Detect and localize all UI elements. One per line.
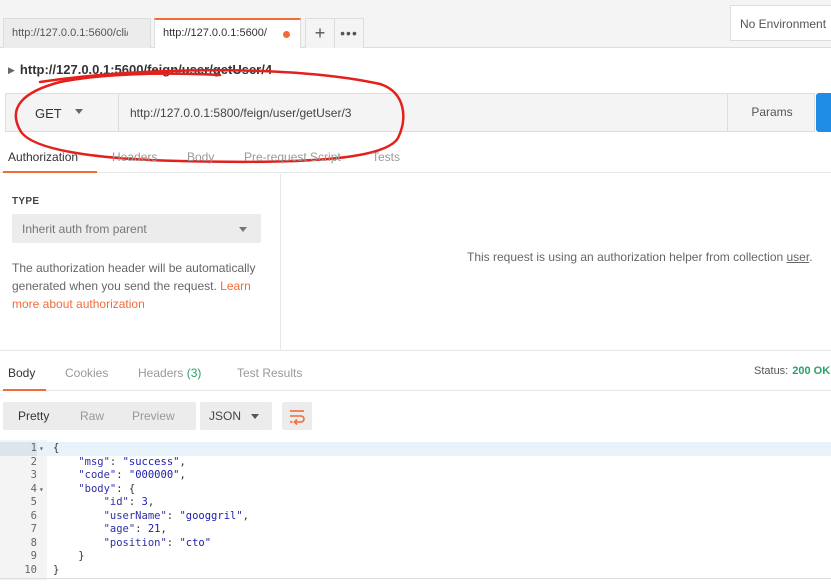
tab-headers[interactable]: Headers xyxy=(112,150,157,164)
code-line: 6 "userName": "googgril", xyxy=(0,510,831,524)
chevron-down-icon xyxy=(75,109,83,114)
chevron-down-icon xyxy=(239,227,247,232)
response-tab-test-results[interactable]: Test Results xyxy=(237,366,302,380)
format-preview-button[interactable]: Preview xyxy=(132,409,175,423)
tab-body[interactable]: Body xyxy=(187,150,214,164)
format-toggle-group: Pretty Raw Preview xyxy=(3,402,196,430)
divider xyxy=(0,578,831,579)
line-number: 10 xyxy=(24,563,37,576)
headers-count-badge: (3) xyxy=(186,366,202,380)
code-line: 8 "position": "cto" xyxy=(0,537,831,551)
format-raw-button[interactable]: Raw xyxy=(80,409,104,423)
format-pretty-button[interactable]: Pretty xyxy=(18,409,49,423)
response-tab-body[interactable]: Body xyxy=(8,366,35,380)
auth-description: The authorization header will be automat… xyxy=(12,259,267,313)
fold-toggle-icon[interactable]: ▾ xyxy=(39,442,44,456)
auth-type-label: TYPE xyxy=(12,196,40,207)
code-line: 7 "age": 21, xyxy=(0,523,831,537)
unsaved-changes-dot-icon xyxy=(283,31,290,38)
chevron-down-icon xyxy=(251,414,259,419)
line-number: 9 xyxy=(30,550,37,562)
auth-type-value: Inherit auth from parent xyxy=(22,222,147,236)
request-tab-label: http://127.0.0.1:5600/ xyxy=(163,27,267,39)
request-tab-label: http://127.0.0.1:5600/cli/use xyxy=(12,27,128,39)
new-tab-button[interactable]: + xyxy=(305,18,335,48)
wrap-lines-button[interactable] xyxy=(282,402,312,430)
auth-helper-message: This request is using an authorization h… xyxy=(467,250,813,264)
status-badge: 200 OK xyxy=(792,365,831,377)
method-selector[interactable]: GET xyxy=(6,94,119,131)
tab-authorization[interactable]: Authorization xyxy=(8,150,78,164)
code-text: "body": { xyxy=(78,482,136,495)
code-line: 1 ▾ { xyxy=(0,442,831,456)
response-tab-cookies[interactable]: Cookies xyxy=(65,366,108,380)
response-tabs: Body Cookies Headers (3) Test Results St… xyxy=(0,351,831,391)
code-text: "msg": "success", xyxy=(78,455,186,468)
tab-bar: http://127.0.0.1:5600/cli/use http://127… xyxy=(0,0,831,48)
code-text: "userName": "googgril", xyxy=(103,509,249,522)
language-value: JSON xyxy=(209,409,242,423)
line-number: 1 xyxy=(0,442,37,456)
response-tab-headers[interactable]: Headers (3) xyxy=(138,366,201,380)
language-select[interactable]: JSON xyxy=(200,402,272,430)
line-number: 5 xyxy=(30,496,37,508)
url-input[interactable] xyxy=(119,94,727,131)
tab-pre-request-script[interactable]: Pre-request Script xyxy=(244,150,341,164)
auth-settings-panel: TYPE Inherit auth from parent The author… xyxy=(0,174,281,350)
code-line: 5 "id": 3, xyxy=(0,496,831,510)
code-text: "id": 3, xyxy=(103,496,155,508)
fold-toggle-icon[interactable]: ▾ xyxy=(39,483,44,497)
send-button[interactable] xyxy=(816,93,831,132)
auth-description-text: The authorization header will be automat… xyxy=(12,261,256,293)
active-tab-indicator xyxy=(3,171,97,173)
auth-helper-text: This request is using an authorization h… xyxy=(467,250,787,264)
auth-type-select[interactable]: Inherit auth from parent xyxy=(12,214,261,243)
request-tab-2-active[interactable]: http://127.0.0.1:5600/ xyxy=(154,18,301,48)
code-text: } xyxy=(53,550,85,562)
code-text: "code": "000000", xyxy=(78,469,186,481)
code-line: 9 } xyxy=(0,550,831,564)
method-label: GET xyxy=(35,106,62,121)
auth-helper-suffix: . xyxy=(809,250,813,264)
status-label: Status: xyxy=(754,365,789,377)
wrap-lines-icon xyxy=(290,410,305,426)
code-text: } xyxy=(53,563,60,576)
response-tab-headers-label: Headers xyxy=(138,366,184,380)
tab-tests[interactable]: Tests xyxy=(372,150,400,164)
code-text: "position": "cto" xyxy=(103,536,212,549)
code-text: "age": 21, xyxy=(103,523,167,535)
environment-selector[interactable]: No Environment xyxy=(730,5,831,41)
url-bar: GET Params xyxy=(5,93,815,132)
response-status: Status: 200 OK xyxy=(754,365,830,377)
code-line: 3 "code": "000000", xyxy=(0,469,831,483)
line-number: 2 xyxy=(30,455,37,468)
more-tabs-button[interactable]: ••• xyxy=(334,18,364,48)
response-body-code[interactable]: 1 ▾{2 "msg": "success", 3 "code": "000000"… xyxy=(0,440,831,580)
line-number: 4 xyxy=(30,482,37,495)
code-line: 4 ▾ "body": { xyxy=(0,483,831,497)
active-response-tab-indicator xyxy=(3,389,46,391)
params-button[interactable]: Params xyxy=(727,94,816,131)
request-title-text: http://127.0.0.1:5600/feign/user/getUser… xyxy=(19,62,273,77)
expand-caret-icon: ▶ xyxy=(8,65,15,75)
request-tab-1[interactable]: http://127.0.0.1:5600/cli/use xyxy=(3,18,151,48)
request-title[interactable]: ▶ http://127.0.0.1:5600/feign/user/getUse… xyxy=(8,62,272,77)
code-text: { xyxy=(53,442,60,454)
line-number: 3 xyxy=(30,469,37,481)
line-number: 7 xyxy=(30,523,37,535)
code-line: 2 "msg": "success", xyxy=(0,456,831,470)
collection-link[interactable]: user xyxy=(787,250,810,264)
request-tabs: Authorization Headers Body Pre-request S… xyxy=(0,146,831,173)
line-number: 6 xyxy=(30,509,37,522)
code-line: 10} xyxy=(0,564,831,578)
line-number: 8 xyxy=(30,536,37,549)
